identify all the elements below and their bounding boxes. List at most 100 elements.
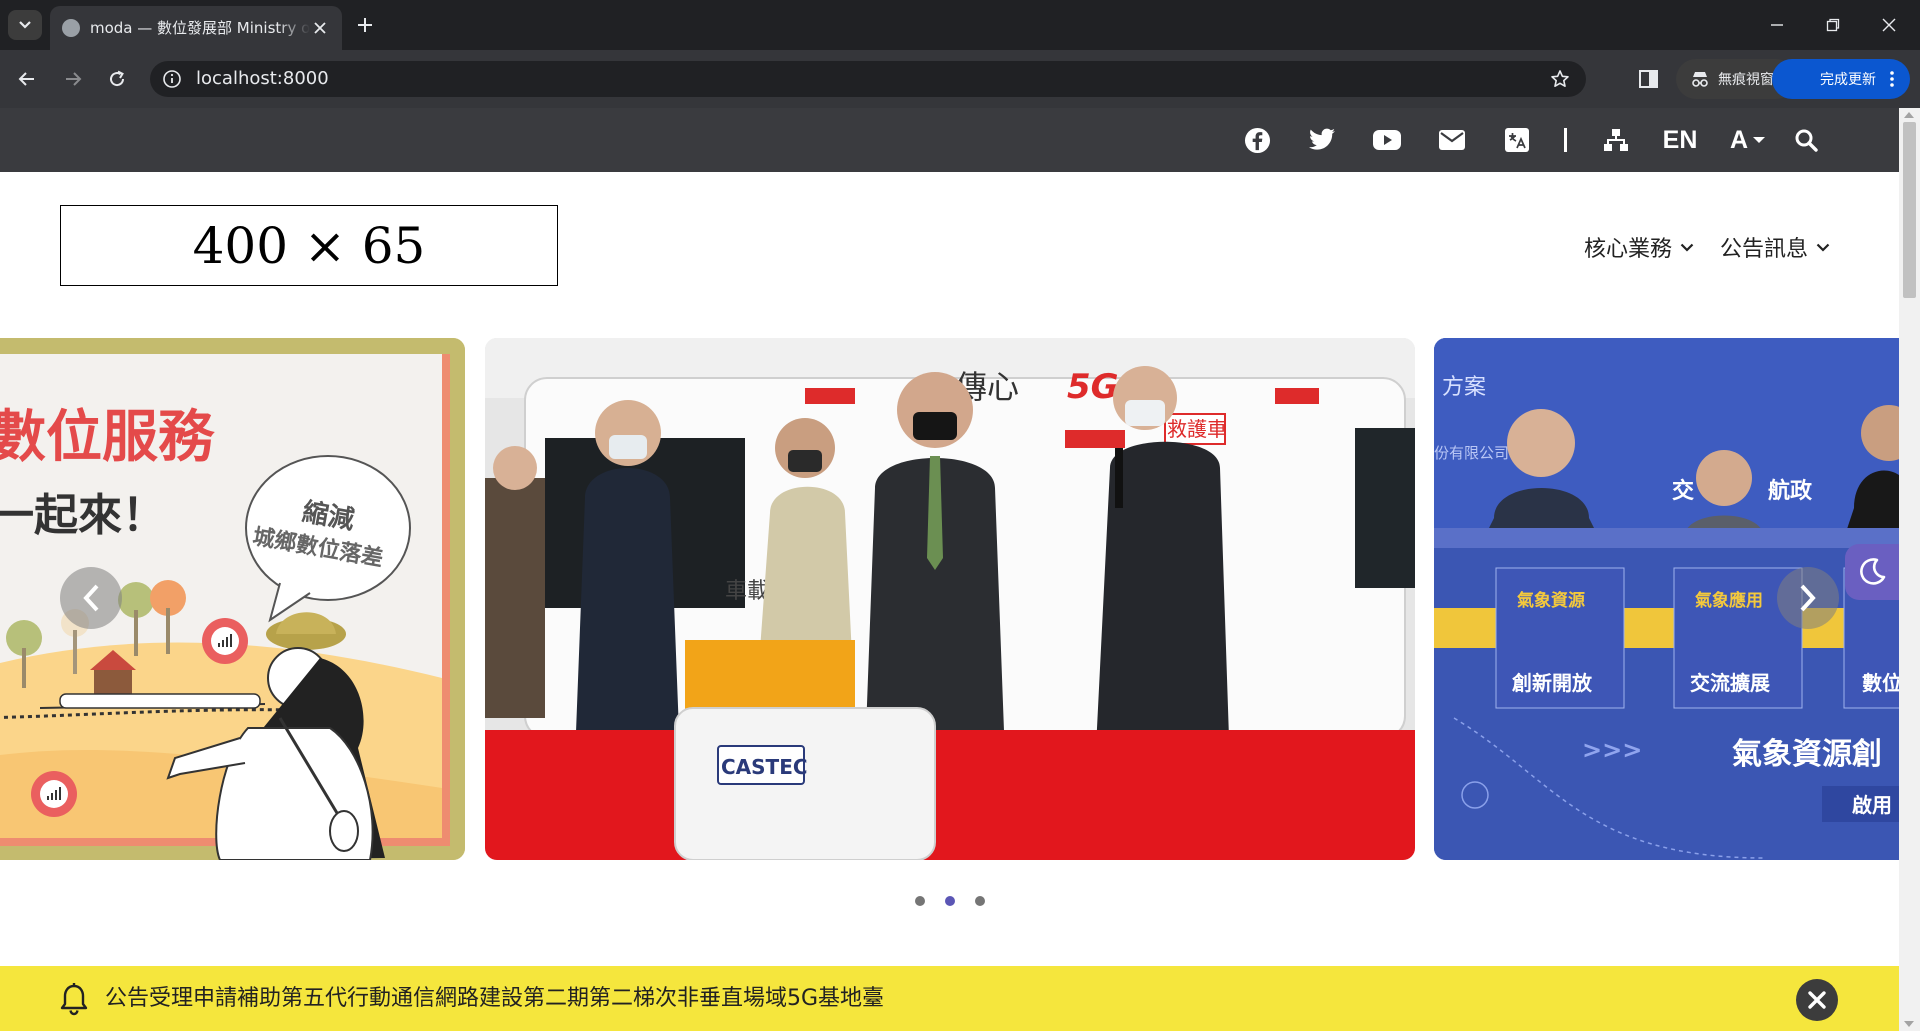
topbar-separator xyxy=(1564,128,1567,152)
font-size-label: A xyxy=(1729,126,1749,154)
vehicle-5g-text: 5G xyxy=(1067,367,1119,407)
mail-link[interactable] xyxy=(1437,126,1467,154)
minimize-icon xyxy=(1771,24,1783,26)
update-button[interactable]: 完成更新 xyxy=(1772,59,1910,99)
carousel-dot-2[interactable] xyxy=(945,896,955,906)
chevron-left-icon xyxy=(83,584,99,612)
youtube-link[interactable] xyxy=(1372,126,1402,154)
tab-search-button[interactable] xyxy=(8,10,42,40)
banner-text-2: 交 xyxy=(1672,478,1694,504)
sitemap-link[interactable] xyxy=(1602,126,1630,154)
scroll-thumb[interactable] xyxy=(1903,122,1916,298)
announcement-text[interactable]: 公告受理申請補助第五代行動通信網路建設第二期第二梯次非垂直場域5G基地臺 xyxy=(105,984,884,1014)
translate-link[interactable] xyxy=(1503,126,1531,154)
incognito-label: 無痕視窗 xyxy=(1718,72,1774,88)
carousel-slide-5g-ambulance[interactable]: 傳心 5G 救護車 車載 CASTEC xyxy=(485,338,1415,860)
nav-announcements-label: 公告訊息 xyxy=(1720,237,1809,262)
close-icon xyxy=(1808,991,1826,1009)
youtube-icon xyxy=(1373,130,1401,150)
panel-launch: 啟用 xyxy=(1852,793,1892,817)
reload-icon xyxy=(110,70,125,87)
twitter-link[interactable] xyxy=(1307,126,1337,154)
caret-down-icon xyxy=(1753,137,1766,143)
carousel-indicators xyxy=(900,892,1000,910)
browser-toolbar: localhost:8000 無痕視窗 完成更新 xyxy=(0,50,1920,108)
translate-icon xyxy=(1505,128,1529,152)
panel-label-3: 創新開放 xyxy=(1511,671,1593,695)
nav-announcements[interactable]: 公告訊息 xyxy=(1720,232,1830,262)
browser-tab-strip: moda — 數位發展部 Ministry of Digital Affairs xyxy=(0,0,1920,50)
tab-close-button[interactable] xyxy=(310,18,330,38)
svg-text:>>>: >>> xyxy=(1582,736,1642,764)
vehicle-sign: 救護車 xyxy=(1167,417,1227,441)
robot-brand: CASTEC xyxy=(721,755,808,779)
announcement-bar: 公告受理申請補助第五代行動通信網路建設第二期第二梯次非垂直場域5G基地臺 xyxy=(0,966,1899,1031)
info-icon[interactable] xyxy=(162,69,182,89)
star-icon xyxy=(1551,70,1569,87)
slide-headline: 數位服務 xyxy=(0,405,215,470)
hero-carousel: 數位服務 一起來！ 縮減 城鄉數位落差 傳心 5G 救護車 車載 CASTEC … xyxy=(0,338,1899,860)
banner-text: 方案 xyxy=(1442,375,1486,400)
announcement-close-button[interactable] xyxy=(1796,979,1838,1021)
search-button[interactable] xyxy=(1793,126,1819,154)
site-header: 400 × 65 核心業務 公告訊息 xyxy=(0,172,1899,338)
close-icon xyxy=(314,22,326,34)
panel-title: 氣象資源創 xyxy=(1732,737,1882,772)
page-scrollbar[interactable] xyxy=(1899,108,1920,1031)
side-panel-icon[interactable] xyxy=(1636,66,1662,92)
banner-text-3: 航政 xyxy=(1768,478,1813,504)
panel-label-1: 氣象資源 xyxy=(1517,590,1585,611)
dark-mode-toggle[interactable] xyxy=(1845,544,1899,600)
nav-core-business-label: 核心業務 xyxy=(1584,237,1673,262)
bookmark-button[interactable] xyxy=(1548,67,1572,91)
tab-favicon-icon xyxy=(62,19,80,37)
carousel-prev-button[interactable] xyxy=(60,567,122,629)
english-link[interactable]: EN xyxy=(1662,126,1698,154)
update-label: 完成更新 xyxy=(1820,72,1876,88)
close-window-button[interactable] xyxy=(1866,10,1912,40)
scroll-down-arrow[interactable] xyxy=(1904,1021,1914,1027)
minimize-button[interactable] xyxy=(1754,10,1800,40)
restore-icon xyxy=(1826,18,1840,32)
more-vertical-icon xyxy=(1890,71,1894,87)
search-icon xyxy=(1795,129,1818,152)
panel-label-4: 交流擴展 xyxy=(1690,671,1770,695)
close-icon xyxy=(1882,18,1896,32)
facebook-icon xyxy=(1244,127,1270,153)
panel-label-2: 氣象應用 xyxy=(1695,590,1763,611)
chevron-down-icon xyxy=(19,21,31,29)
restore-button[interactable] xyxy=(1810,10,1856,40)
font-size-button[interactable]: A xyxy=(1726,126,1770,154)
browser-tab[interactable]: moda — 數位發展部 Ministry of Digital Affairs xyxy=(50,6,342,50)
plus-icon xyxy=(358,18,372,32)
scroll-up-arrow[interactable] xyxy=(1904,112,1914,118)
moon-icon xyxy=(1860,558,1886,585)
arrow-right-icon xyxy=(66,72,82,86)
forward-button[interactable] xyxy=(56,62,90,96)
url-text: localhost:8000 xyxy=(196,68,329,89)
slide-subheadline: 一起來！ xyxy=(0,490,166,541)
nav-core-business[interactable]: 核心業務 xyxy=(1584,232,1694,262)
facebook-link[interactable] xyxy=(1243,126,1271,154)
reload-button[interactable] xyxy=(100,62,134,96)
mail-icon xyxy=(1439,130,1465,150)
back-button[interactable] xyxy=(10,62,44,96)
twitter-icon xyxy=(1309,128,1335,150)
english-label: EN xyxy=(1662,126,1698,154)
new-tab-button[interactable] xyxy=(352,12,378,38)
chevron-right-icon xyxy=(1800,584,1816,612)
arrow-left-icon xyxy=(18,72,34,86)
site-logo-placeholder[interactable]: 400 × 65 xyxy=(60,205,558,286)
tab-title: moda — 數位發展部 Ministry of Digital Affairs xyxy=(90,19,310,37)
carousel-dot-1[interactable] xyxy=(915,896,925,906)
vehicle-side-text: 車載 xyxy=(725,579,769,604)
panel-label-5: 數位 xyxy=(1862,671,1899,695)
chevron-down-icon xyxy=(1816,243,1830,252)
site-topbar: EN A xyxy=(0,108,1899,172)
logo-placeholder-text: 400 × 65 xyxy=(192,216,426,275)
address-bar[interactable]: localhost:8000 xyxy=(150,61,1586,97)
slide-photo: 傳心 5G 救護車 車載 CASTEC xyxy=(485,338,1415,860)
carousel-next-button[interactable] xyxy=(1777,567,1839,629)
chevron-down-icon xyxy=(1680,243,1694,252)
carousel-dot-3[interactable] xyxy=(975,896,985,906)
